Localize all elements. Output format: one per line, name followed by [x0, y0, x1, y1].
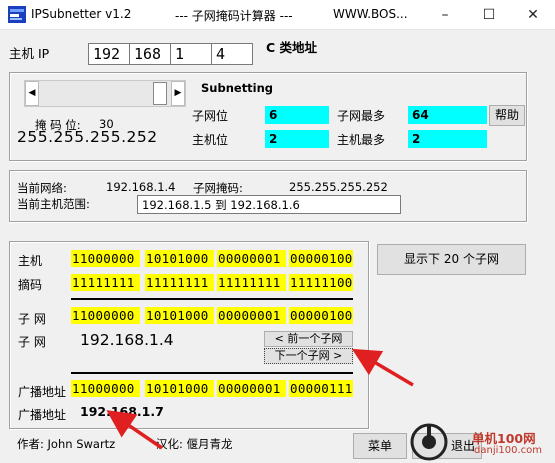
binary-mask-label: 摘码 — [18, 278, 43, 292]
host-ip-label: 主机 IP — [9, 46, 50, 61]
host-bits-value: 2 — [265, 130, 329, 148]
mask-bin-2: 11111111 — [145, 274, 214, 291]
slider-thumb[interactable] — [153, 82, 168, 105]
slider-right-arrow-icon[interactable]: ▶ — [171, 81, 185, 106]
subnet-bits-label: 子网位 — [192, 109, 229, 123]
minimize-button[interactable]: – — [423, 0, 467, 30]
subnet-bin-3: 00000001 — [217, 307, 286, 324]
show-next-20-subnets-button[interactable]: 显示下 20 个子网 — [377, 244, 526, 275]
menu-button[interactable]: 菜单 — [353, 433, 407, 459]
slider-left-arrow-icon[interactable]: ◀ — [25, 81, 39, 106]
current-network-label: 当前网络: — [17, 181, 67, 195]
subnet-bin-2: 10101000 — [145, 307, 214, 324]
next-subnet-button[interactable]: 下一个子网 > — [264, 348, 353, 364]
subnet-bin-1: 11000000 — [71, 307, 140, 324]
broadcast-bin-2: 10101000 — [145, 380, 214, 397]
broadcast-bin-3: 00000001 — [217, 380, 286, 397]
subnetting-title: Subnetting — [201, 81, 274, 95]
close-button[interactable]: ✕ — [511, 0, 555, 30]
divider-2 — [71, 372, 353, 374]
divider-1 — [71, 298, 353, 300]
host-bin-1: 11000000 — [71, 250, 140, 267]
broadcast-ip-value: 192.168.1.7 — [80, 404, 164, 419]
app-title: IPSubnetter v1.2 — [31, 7, 132, 21]
mask-bin-3: 11111111 — [217, 274, 286, 291]
current-mask-label: 子网掩码: — [193, 181, 243, 195]
watermark-logo-icon — [410, 423, 448, 461]
max-subnets-label: 子网最多 — [337, 109, 386, 123]
broadcast-bin-1: 11000000 — [71, 380, 140, 397]
maximize-button[interactable]: ☐ — [467, 0, 511, 30]
broadcast-bin-4: 00000111 — [289, 380, 353, 397]
localizer-label: 汉化: 偃月青龙 — [156, 437, 233, 451]
host-bits-label: 主机位 — [192, 133, 229, 147]
host-bin-2: 10101000 — [145, 250, 214, 267]
title-bar: IPSubnetter v1.2 --- 子网掩码计算器 --- WWW.BOS… — [0, 0, 555, 30]
ip-octet-1[interactable]: 192 — [88, 43, 130, 65]
current-mask-value: 255.255.255.252 — [289, 180, 388, 194]
host-bin-4: 00000100 — [289, 250, 353, 267]
subnet-bin-4: 00000100 — [289, 307, 353, 324]
mask-text: 255.255.255.252 — [17, 128, 158, 146]
window-url: WWW.BOS... — [333, 7, 408, 21]
binary-host-label: 主机 — [18, 254, 43, 268]
host-bin-3: 00000001 — [217, 250, 286, 267]
host-range-label: 当前主机范围: — [17, 197, 90, 211]
ip-octet-2[interactable]: 168 — [129, 43, 171, 65]
ip-octet-4[interactable]: 4 — [211, 43, 253, 65]
mask-bin-4: 11111100 — [289, 274, 353, 291]
max-subnets-value: 64 — [408, 106, 487, 124]
mask-bin-1: 11111111 — [71, 274, 140, 291]
binary-subnet-label: 子 网 — [18, 312, 46, 326]
max-hosts-label: 主机最多 — [337, 133, 386, 147]
subnet-bits-value: 6 — [265, 106, 329, 124]
app-icon — [8, 6, 26, 23]
previous-subnet-button[interactable]: < 前一个子网 — [264, 331, 353, 347]
broadcast-ip-label: 广播地址 — [18, 408, 67, 422]
watermark-sub: danji100.com — [474, 445, 542, 456]
ip-class-label: C 类地址 — [266, 40, 318, 55]
max-hosts-value: 2 — [408, 130, 487, 148]
window-caption: --- 子网掩码计算器 --- — [175, 9, 293, 23]
subnet-ip-value: 192.168.1.4 — [80, 331, 174, 349]
host-range-field[interactable]: 192.168.1.5 到 192.168.1.6 — [137, 195, 401, 214]
current-network-value: 192.168.1.4 — [106, 180, 176, 194]
author-label: 作者: John Swartz — [17, 437, 116, 451]
ip-octet-3[interactable]: 1 — [170, 43, 212, 65]
subnet-ip-label: 子 网 — [18, 335, 46, 349]
broadcast-label: 广播地址 — [18, 385, 67, 399]
help-button[interactable]: 帮助 — [489, 105, 525, 126]
mask-bits-slider[interactable]: ◀ ▶ — [24, 80, 186, 107]
